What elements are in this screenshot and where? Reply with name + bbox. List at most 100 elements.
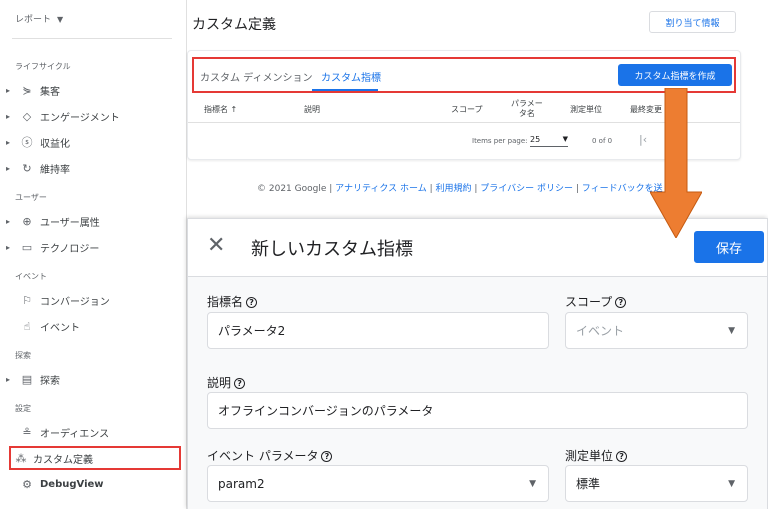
- first-page-icon[interactable]: |‹: [639, 133, 647, 146]
- sidebar-item-conversion[interactable]: ⚐ コンバージョン: [0, 290, 185, 310]
- divider: [12, 38, 172, 39]
- metric-name-label: 指標名?: [207, 293, 258, 310]
- sidebar-item-debugview[interactable]: ⚙ DebugView: [0, 474, 185, 494]
- chevron-down-icon: ▼: [529, 478, 536, 489]
- expand-arrow-icon: ▸: [5, 137, 10, 147]
- sidebar-item-label: エンゲージメント: [40, 112, 120, 124]
- items-per-page-value: 25: [530, 135, 541, 144]
- column-header-description[interactable]: 説明: [304, 104, 320, 115]
- scope-label: スコープ?: [565, 293, 627, 310]
- explore-icon: ▤: [21, 372, 33, 386]
- sidebar-item-explore[interactable]: ▸ ▤ 探索: [0, 369, 185, 389]
- unit-select[interactable]: 標準 ▼: [565, 465, 748, 502]
- audience-icon: ≗: [22, 425, 32, 439]
- event-parameter-select[interactable]: param2 ▼: [207, 465, 549, 502]
- help-icon[interactable]: ?: [616, 451, 628, 462]
- sidebar-item-label: 集客: [40, 86, 60, 98]
- section-lifecycle: ライフサイクル: [15, 62, 71, 71]
- save-button[interactable]: 保存: [694, 231, 764, 263]
- description-input[interactable]: オフラインコンバージョンのパラメータ: [207, 392, 748, 429]
- sidebar-item-audience[interactable]: ≗ オーディエンス: [0, 422, 185, 442]
- unit-value: 標準: [576, 477, 601, 491]
- flag-icon: ⚐: [22, 293, 32, 307]
- scope-value: イベント: [576, 324, 625, 338]
- page-title: カスタム定義: [192, 17, 276, 33]
- footer-link-privacy[interactable]: プライバシー ポリシー: [480, 184, 573, 194]
- sidebar-item-label: イベント: [40, 322, 80, 334]
- help-icon[interactable]: ?: [234, 378, 246, 389]
- chevron-down-icon: ▼: [57, 15, 64, 24]
- sidebar-item-engagement[interactable]: ▸ ◇ エンゲージメント: [0, 106, 185, 126]
- section-settings: 設定: [15, 404, 31, 413]
- sidebar-item-label: 維持率: [40, 164, 70, 176]
- items-per-page-select[interactable]: 25 ▼: [530, 135, 568, 147]
- custom-definition-icon: ⁂: [15, 451, 27, 465]
- create-custom-metric-button[interactable]: カスタム指標を作成: [618, 64, 732, 86]
- expand-arrow-icon: ▸: [5, 85, 10, 95]
- event-parameter-value: param2: [218, 476, 265, 491]
- unit-label: 測定単位?: [565, 447, 628, 464]
- demographics-icon: ⊕: [22, 214, 32, 228]
- param-col-line2: タ名: [518, 109, 535, 118]
- technology-icon: ▭: [21, 240, 33, 254]
- description-label: 説明?: [207, 374, 246, 391]
- column-header-scope[interactable]: スコープ: [451, 104, 483, 115]
- sidebar-item-monetization[interactable]: ▸ ⓢ 収益化: [0, 132, 185, 152]
- sidebar-item-label: 探索: [40, 375, 60, 387]
- chevron-down-icon: ▼: [728, 478, 735, 489]
- footer-link-terms[interactable]: 利用規約: [436, 184, 472, 194]
- column-header-metric-name[interactable]: 指標名 ↑: [204, 104, 237, 115]
- help-icon[interactable]: ?: [321, 451, 333, 462]
- event-parameter-label: イベント パラメータ?: [207, 447, 333, 464]
- reports-dropdown[interactable]: レポート ▼: [15, 12, 63, 25]
- close-icon[interactable]: ✕: [207, 235, 225, 257]
- acquisition-icon: ⋟: [22, 83, 32, 97]
- chevron-down-icon: ▼: [562, 135, 568, 143]
- expand-arrow-icon: ▸: [5, 216, 10, 226]
- annotation-arrow-icon: [650, 88, 702, 238]
- metric-name-input[interactable]: パラメータ2: [207, 312, 549, 349]
- assign-info-button[interactable]: 割り当て情報: [649, 11, 736, 33]
- help-icon[interactable]: ?: [246, 297, 258, 308]
- dialog-title: 新しいカスタム指標: [251, 239, 413, 260]
- dialog-body: 指標名? パラメータ2 スコープ? イベント ▼ 説明? オフラインコンバージョン…: [188, 277, 767, 509]
- sidebar-item-retention[interactable]: ▸ ↻ 維持率: [0, 158, 185, 178]
- tab-custom-dimension[interactable]: カスタム ディメンション: [200, 69, 312, 84]
- footer-link-analytics-home[interactable]: アナリティクス ホーム: [335, 184, 427, 194]
- footer: © 2021 Google | アナリティクス ホーム | 利用規約 | プライ…: [257, 184, 663, 194]
- sidebar: レポート ▼ ライフサイクル ▸ ⋟ 集客 ▸ ◇ エンゲージメント ▸ ⓢ 収益化 ▸ ↻ 維持…: [0, 0, 187, 509]
- param-col-line1: パラメー: [511, 99, 543, 108]
- section-explore: 探索: [15, 351, 31, 360]
- debug-icon: ⚙: [22, 477, 32, 491]
- sidebar-item-acquisition[interactable]: ▸ ⋟ 集客: [0, 80, 185, 100]
- engagement-icon: ◇: [22, 109, 32, 123]
- tab-custom-metric[interactable]: カスタム指標: [321, 69, 381, 84]
- chevron-down-icon: ▼: [728, 325, 735, 336]
- sidebar-item-custom-definition[interactable]: ⁂ カスタム定義: [9, 446, 181, 470]
- page-range: 0 of 0: [592, 137, 613, 145]
- column-header-unit[interactable]: 測定単位: [570, 104, 602, 115]
- expand-arrow-icon: ▸: [5, 163, 10, 173]
- scope-select: イベント ▼: [565, 312, 748, 349]
- monetization-icon: ⓢ: [21, 136, 33, 149]
- expand-arrow-icon: ▸: [5, 242, 10, 252]
- touch-icon: ☝: [23, 319, 31, 333]
- sidebar-item-technology[interactable]: ▸ ▭ テクノロジー: [0, 237, 185, 257]
- sidebar-item-label: カスタム定義: [33, 454, 93, 466]
- active-tab-indicator: [312, 89, 378, 91]
- sidebar-item-demographics[interactable]: ▸ ⊕ ユーザー属性: [0, 211, 185, 231]
- sidebar-item-label: DebugView: [40, 478, 104, 490]
- section-event: イベント: [15, 272, 47, 281]
- event-parameter-label-text: イベント パラメータ: [207, 449, 319, 463]
- new-custom-metric-dialog: ✕ 新しいカスタム指標 保存 指標名? パラメータ2 スコープ? イベント ▼ 説…: [187, 218, 768, 509]
- description-label-text: 説明: [207, 376, 232, 390]
- sidebar-item-label: テクノロジー: [40, 243, 100, 255]
- sidebar-item-label: コンバージョン: [40, 296, 110, 308]
- metric-name-label-text: 指標名: [207, 295, 244, 309]
- reports-label: レポート: [15, 15, 52, 25]
- sidebar-item-event[interactable]: ☝ イベント: [0, 316, 185, 336]
- help-icon[interactable]: ?: [615, 297, 627, 308]
- scope-label-text: スコープ: [565, 295, 613, 309]
- column-header-parameter-name[interactable]: パラメー タ名: [511, 99, 543, 119]
- items-per-page-label: Items per page:: [472, 137, 528, 145]
